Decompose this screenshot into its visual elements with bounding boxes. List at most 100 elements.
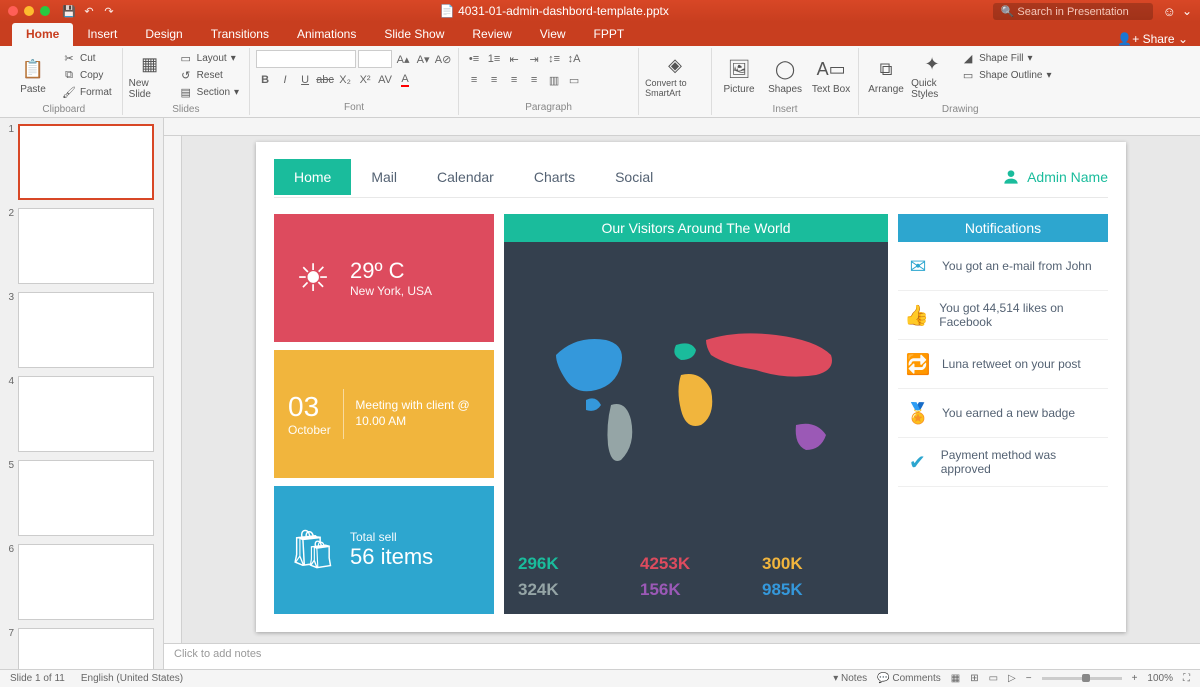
notification-item[interactable]: 🔁Luna retweet on your post (898, 340, 1108, 389)
zoom-out-button[interactable]: − (1026, 673, 1032, 684)
shape-fill-button[interactable]: ◢Shape Fill ▾ (957, 50, 1055, 66)
tab-view[interactable]: View (526, 23, 580, 46)
decrease-font-button[interactable]: A▾ (414, 50, 432, 68)
admin-name[interactable]: Admin Name (1001, 167, 1108, 187)
decrease-indent-button[interactable]: ⇤ (505, 50, 523, 68)
feedback-icon[interactable]: ☺ (1163, 4, 1176, 19)
visitors-panel: Our Visitors Around The World (504, 214, 888, 614)
copy-button[interactable]: ⧉Copy (58, 67, 116, 83)
text-direction-button[interactable]: ↕A (565, 50, 583, 68)
normal-view-button[interactable]: ▦ (951, 673, 960, 684)
fit-to-window-button[interactable]: ⛶ (1183, 673, 1190, 684)
reading-view-button[interactable]: ▭ (989, 673, 998, 684)
textbox-button[interactable]: A▭Text Box (810, 50, 852, 102)
tab-home[interactable]: Home (12, 23, 73, 46)
notes-pane[interactable]: Click to add notes (164, 643, 1200, 669)
font-color-button[interactable]: A (396, 71, 414, 89)
font-size-select[interactable] (358, 50, 392, 68)
tab-animations[interactable]: Animations (283, 23, 370, 46)
align-text-button[interactable]: ▭ (565, 71, 583, 89)
bold-button[interactable]: B (256, 71, 274, 89)
columns-button[interactable]: ▥ (545, 71, 563, 89)
increase-indent-button[interactable]: ⇥ (525, 50, 543, 68)
paste-button[interactable]: 📋Paste (12, 50, 54, 102)
shape-outline-button[interactable]: ▭Shape Outline ▾ (957, 67, 1055, 83)
superscript-button[interactable]: X² (356, 71, 374, 89)
weather-tile[interactable]: ☀ 29º CNew York, USA (274, 214, 494, 342)
share-button[interactable]: 👤+ Share ⌄ (1117, 32, 1188, 46)
section-button[interactable]: ▤Section ▾ (175, 84, 243, 100)
font-family-select[interactable] (256, 50, 356, 68)
strikethrough-button[interactable]: abc (316, 71, 334, 89)
redo-icon[interactable]: ↷ (102, 4, 116, 18)
align-center-button[interactable]: ≡ (485, 71, 503, 89)
tab-fppt[interactable]: FPPT (580, 23, 639, 46)
slide-sorter-button[interactable]: ⊞ (970, 673, 978, 684)
undo-icon[interactable]: ↶ (82, 4, 96, 18)
convert-smartart-button[interactable]: ◈Convert to SmartArt (645, 50, 705, 102)
numbering-button[interactable]: 1≡ (485, 50, 503, 68)
save-icon[interactable]: 💾 (62, 4, 76, 18)
tab-slideshow[interactable]: Slide Show (370, 23, 458, 46)
italic-button[interactable]: I (276, 71, 294, 89)
zoom-level[interactable]: 100% (1147, 673, 1173, 684)
format-painter-button[interactable]: 🖌Format (58, 84, 116, 100)
notification-item[interactable]: ✉You got an e-mail from John (898, 242, 1108, 291)
line-spacing-button[interactable]: ↕≡ (545, 50, 563, 68)
picture-button[interactable]: 🖼Picture (718, 50, 760, 102)
quick-styles-button[interactable]: ✦Quick Styles (911, 50, 953, 102)
shapes-button[interactable]: ◯Shapes (764, 50, 806, 102)
close-window-button[interactable] (8, 6, 18, 16)
search-input[interactable]: 🔍 Search in Presentation (993, 3, 1153, 20)
zoom-in-button[interactable]: + (1132, 673, 1138, 684)
slide-thumbnails-panel[interactable]: 1 2 3 4 5 6 7 (0, 118, 164, 669)
tab-transitions[interactable]: Transitions (197, 23, 283, 46)
align-left-button[interactable]: ≡ (465, 71, 483, 89)
new-slide-button[interactable]: ▦New Slide (129, 50, 171, 102)
tab-insert[interactable]: Insert (73, 23, 131, 46)
slide-thumbnail-3[interactable] (18, 292, 154, 368)
comments-toggle[interactable]: 💬 Comments (877, 673, 941, 684)
notes-toggle[interactable]: ▾ Notes (833, 673, 867, 684)
meeting-tile[interactable]: 03October Meeting with client @ 10.00 AM (274, 350, 494, 478)
group-label: Paragraph (465, 102, 632, 113)
nav-home[interactable]: Home (274, 159, 351, 195)
nav-charts[interactable]: Charts (514, 159, 595, 195)
reset-button[interactable]: ↺Reset (175, 67, 243, 83)
notification-item[interactable]: 👍You got 44,514 likes on Facebook (898, 291, 1108, 340)
chevron-down-icon[interactable]: ⌄ (1182, 4, 1192, 18)
slide-thumbnail-6[interactable] (18, 544, 154, 620)
meeting-text: Meeting with client @ 10.00 AM (355, 398, 480, 429)
slide-thumbnail-1[interactable] (18, 124, 154, 200)
slide-thumbnail-7[interactable] (18, 628, 154, 669)
cut-button[interactable]: ✂Cut (58, 50, 116, 66)
nav-mail[interactable]: Mail (351, 159, 417, 195)
layout-button[interactable]: ▭Layout ▾ (175, 50, 243, 66)
justify-button[interactable]: ≡ (525, 71, 543, 89)
underline-button[interactable]: U (296, 71, 314, 89)
arrange-button[interactable]: ⧉Arrange (865, 50, 907, 102)
notification-item[interactable]: 🏅You earned a new badge (898, 389, 1108, 438)
slideshow-view-button[interactable]: ▷ (1008, 673, 1016, 684)
slide-thumbnail-4[interactable] (18, 376, 154, 452)
canvas-scroll[interactable]: Home Mail Calendar Charts Social Admin N… (182, 136, 1200, 643)
nav-social[interactable]: Social (595, 159, 673, 195)
maximize-window-button[interactable] (40, 6, 50, 16)
tab-review[interactable]: Review (458, 23, 525, 46)
subscript-button[interactable]: X₂ (336, 71, 354, 89)
zoom-slider[interactable] (1042, 677, 1122, 680)
slide-thumbnail-2[interactable] (18, 208, 154, 284)
clear-formatting-button[interactable]: A⊘ (434, 50, 452, 68)
language-indicator[interactable]: English (United States) (81, 673, 183, 684)
tab-design[interactable]: Design (131, 23, 196, 46)
slide-canvas[interactable]: Home Mail Calendar Charts Social Admin N… (256, 142, 1126, 632)
slide-thumbnail-5[interactable] (18, 460, 154, 536)
notification-item[interactable]: ✔Payment method was approved (898, 438, 1108, 487)
align-right-button[interactable]: ≡ (505, 71, 523, 89)
sell-tile[interactable]: 🛍 Total sell56 items (274, 486, 494, 614)
nav-calendar[interactable]: Calendar (417, 159, 514, 195)
minimize-window-button[interactable] (24, 6, 34, 16)
increase-font-button[interactable]: A▴ (394, 50, 412, 68)
character-spacing-button[interactable]: AV (376, 71, 394, 89)
bullets-button[interactable]: •≡ (465, 50, 483, 68)
